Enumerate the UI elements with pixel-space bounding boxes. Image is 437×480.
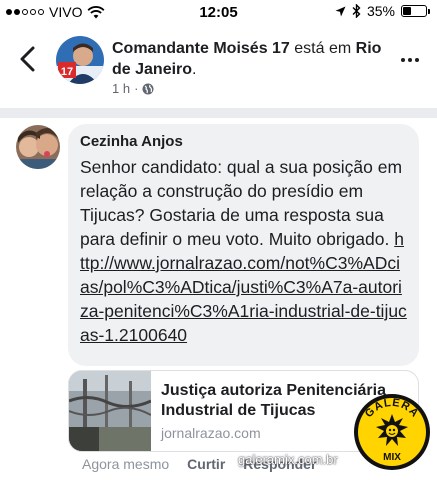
checkin-text: está em [289, 40, 356, 57]
svg-text:17: 17 [61, 66, 73, 78]
location-arrow-icon [335, 6, 346, 16]
battery-icon [401, 5, 430, 17]
commenter-avatar[interactable] [16, 125, 60, 169]
watermark-text: galeramix.com.br [238, 452, 338, 467]
post-time[interactable]: 1 h [112, 81, 130, 96]
status-bar: VIVO 12:05 35% [0, 0, 437, 26]
galeramix-logo: GALERA MIX [354, 394, 430, 470]
globe-icon [142, 83, 154, 94]
logo-text-bottom: MIX [383, 452, 401, 463]
location-suffix: . [192, 61, 197, 78]
like-button[interactable]: Curtir [187, 456, 225, 472]
comment-time: Agora mesmo [82, 456, 170, 472]
preview-thumbnail [69, 371, 151, 451]
preview-domain: jornalrazao.com [161, 425, 261, 441]
comment-text: Senhor candidato: qual a sua posição em … [80, 155, 407, 347]
meta-separator: · [134, 81, 139, 96]
post-author-line: Comandante Moisés 17 está em Rio de Jane… [112, 38, 392, 80]
section-divider [0, 108, 437, 118]
battery-percent: 35% [366, 3, 395, 19]
post-meta: 1 h · [112, 81, 154, 96]
comment-bubble: Cezinha Anjos Senhor candidato: qual a s… [68, 124, 419, 366]
back-chevron-icon[interactable] [16, 44, 40, 74]
comment-message: Senhor candidato: qual a sua posição em … [80, 157, 403, 249]
more-options-icon[interactable] [401, 58, 419, 62]
commenter-name[interactable]: Cezinha Anjos [80, 132, 407, 152]
author-name[interactable]: Comandante Moisés 17 [112, 40, 290, 57]
post-header: 17 Comandante Moisés 17 está em Rio de J… [0, 28, 437, 108]
bluetooth-icon [352, 4, 361, 18]
author-avatar[interactable]: 17 [56, 36, 104, 84]
